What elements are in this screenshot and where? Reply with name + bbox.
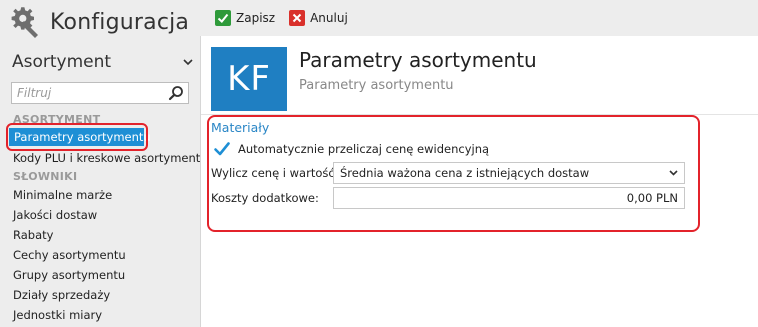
sidebar: Konfiguracja Asortyment ASORTYMENT Param… <box>0 0 208 327</box>
additional-costs-label: Koszty dodatkowe: <box>211 191 319 205</box>
additional-costs-input[interactable]: 0,00 PLN <box>333 187 685 209</box>
check-icon <box>215 10 231 26</box>
section-label-asortyment: ASORTYMENT <box>13 113 101 126</box>
sidebar-item-cechy-asortymentu[interactable]: Cechy asortymentu <box>13 246 126 264</box>
module-dropdown-label: Asortyment <box>12 52 112 72</box>
additional-costs-value: 0,00 PLN <box>626 191 678 205</box>
sidebar-item-parametry-asortymentu[interactable]: Parametry asortymentu <box>9 128 151 146</box>
sidebar-item-grupy-asortymentu[interactable]: Grupy asortymentu <box>13 266 125 284</box>
chevron-down-icon <box>669 168 678 179</box>
cancel-button[interactable]: Anuluj <box>289 10 348 26</box>
gear-wrench-icon <box>8 5 42 39</box>
chevron-down-icon <box>183 55 193 69</box>
close-icon <box>289 10 306 26</box>
sidebar-item-kody-plu[interactable]: Kody PLU i kreskowe asortymentu <box>13 149 208 167</box>
filter-input[interactable] <box>12 86 162 100</box>
price-method-select[interactable]: Średnia ważona cena z istniejących dosta… <box>333 162 685 184</box>
sidebar-item-rabaty[interactable]: Rabaty <box>13 226 53 244</box>
filter-box <box>11 82 189 104</box>
sidebar-item-jakosci-dostaw[interactable]: Jakości dostaw <box>13 206 97 224</box>
recalc-price-label: Automatycznie przeliczaj cenę ewidencyjn… <box>238 142 490 156</box>
price-method-value: Średnia ważona cena z istniejących dosta… <box>340 166 590 180</box>
sidebar-item-jednostki-miary[interactable]: Jednostki miary <box>13 306 102 324</box>
save-button-label: Zapisz <box>236 11 276 25</box>
toolbar: Zapisz Anuluj <box>215 8 356 28</box>
page-title: Parametry asortymentu <box>299 48 537 72</box>
sidebar-item-minimalne-marze[interactable]: Minimalne marże <box>13 186 112 204</box>
main-panel: KF Parametry asortymentu Parametry asort… <box>200 36 758 327</box>
module-dropdown[interactable]: Asortyment <box>12 50 193 74</box>
app-title: Konfiguracja <box>50 9 190 35</box>
group-title-materialy: Materiały <box>211 120 270 135</box>
checkmark-icon <box>213 140 231 158</box>
sidebar-item-dzialy-sprzedazy[interactable]: Działy sprzedaży <box>13 286 110 304</box>
save-button[interactable]: Zapisz <box>215 10 275 26</box>
recalc-price-checkbox[interactable]: Automatycznie przeliczaj cenę ewidencyjn… <box>213 140 489 158</box>
search-icon[interactable] <box>168 85 184 101</box>
price-method-label: Wylicz cenę i wartość: <box>211 166 339 180</box>
module-tile: KF <box>211 47 287 111</box>
app-header: Konfiguracja <box>8 6 189 38</box>
section-label-slowniki: SŁOWNIKI <box>13 170 78 183</box>
page-subtitle: Parametry asortymentu <box>299 78 454 93</box>
cancel-button-label: Anuluj <box>310 11 348 25</box>
